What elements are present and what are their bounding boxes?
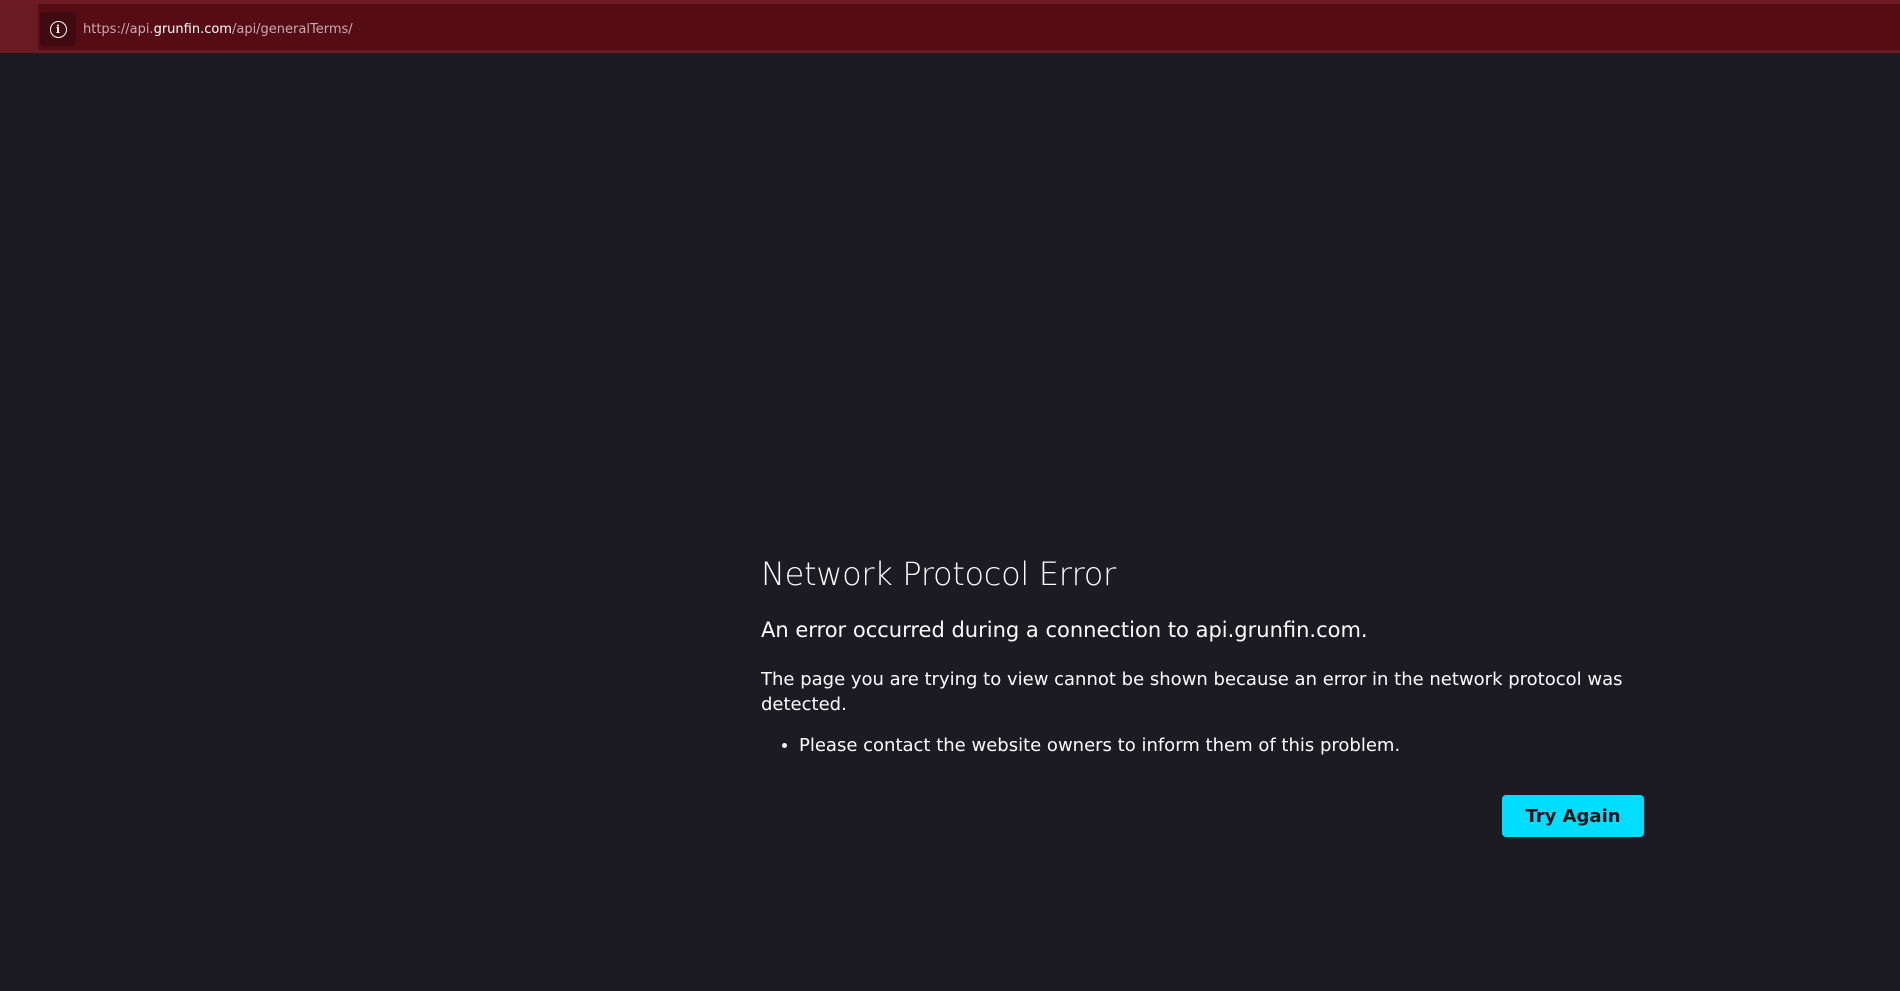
url-host: grunfin.com: [153, 21, 232, 37]
url-prefix: https://api.: [83, 21, 154, 37]
info-icon: i: [49, 20, 67, 38]
browser-toolbar: i https://api.grunfin.com/api/generalTer…: [0, 0, 1900, 53]
url-bar[interactable]: i https://api.grunfin.com/api/generalTer…: [40, 12, 1900, 46]
error-suggestion-item: Please contact the website owners to inf…: [799, 733, 1661, 758]
error-description: The page you are trying to view cannot b…: [761, 668, 1623, 715]
site-info-button[interactable]: i: [40, 12, 76, 46]
url-path: /api/generalTerms/: [231, 21, 353, 37]
error-title: Network Protocol Error: [761, 555, 1116, 593]
toolbar-left-edge: [0, 4, 38, 50]
try-again-button[interactable]: Try Again: [1502, 795, 1644, 837]
url-text[interactable]: https://api.grunfin.com/api/generalTerms…: [83, 22, 353, 37]
error-suggestion-list: Please contact the website owners to inf…: [761, 733, 1661, 758]
error-subtitle: An error occurred during a connection to…: [761, 618, 1368, 643]
error-page-container: Network Protocol Error An error occurred…: [761, 555, 1661, 837]
